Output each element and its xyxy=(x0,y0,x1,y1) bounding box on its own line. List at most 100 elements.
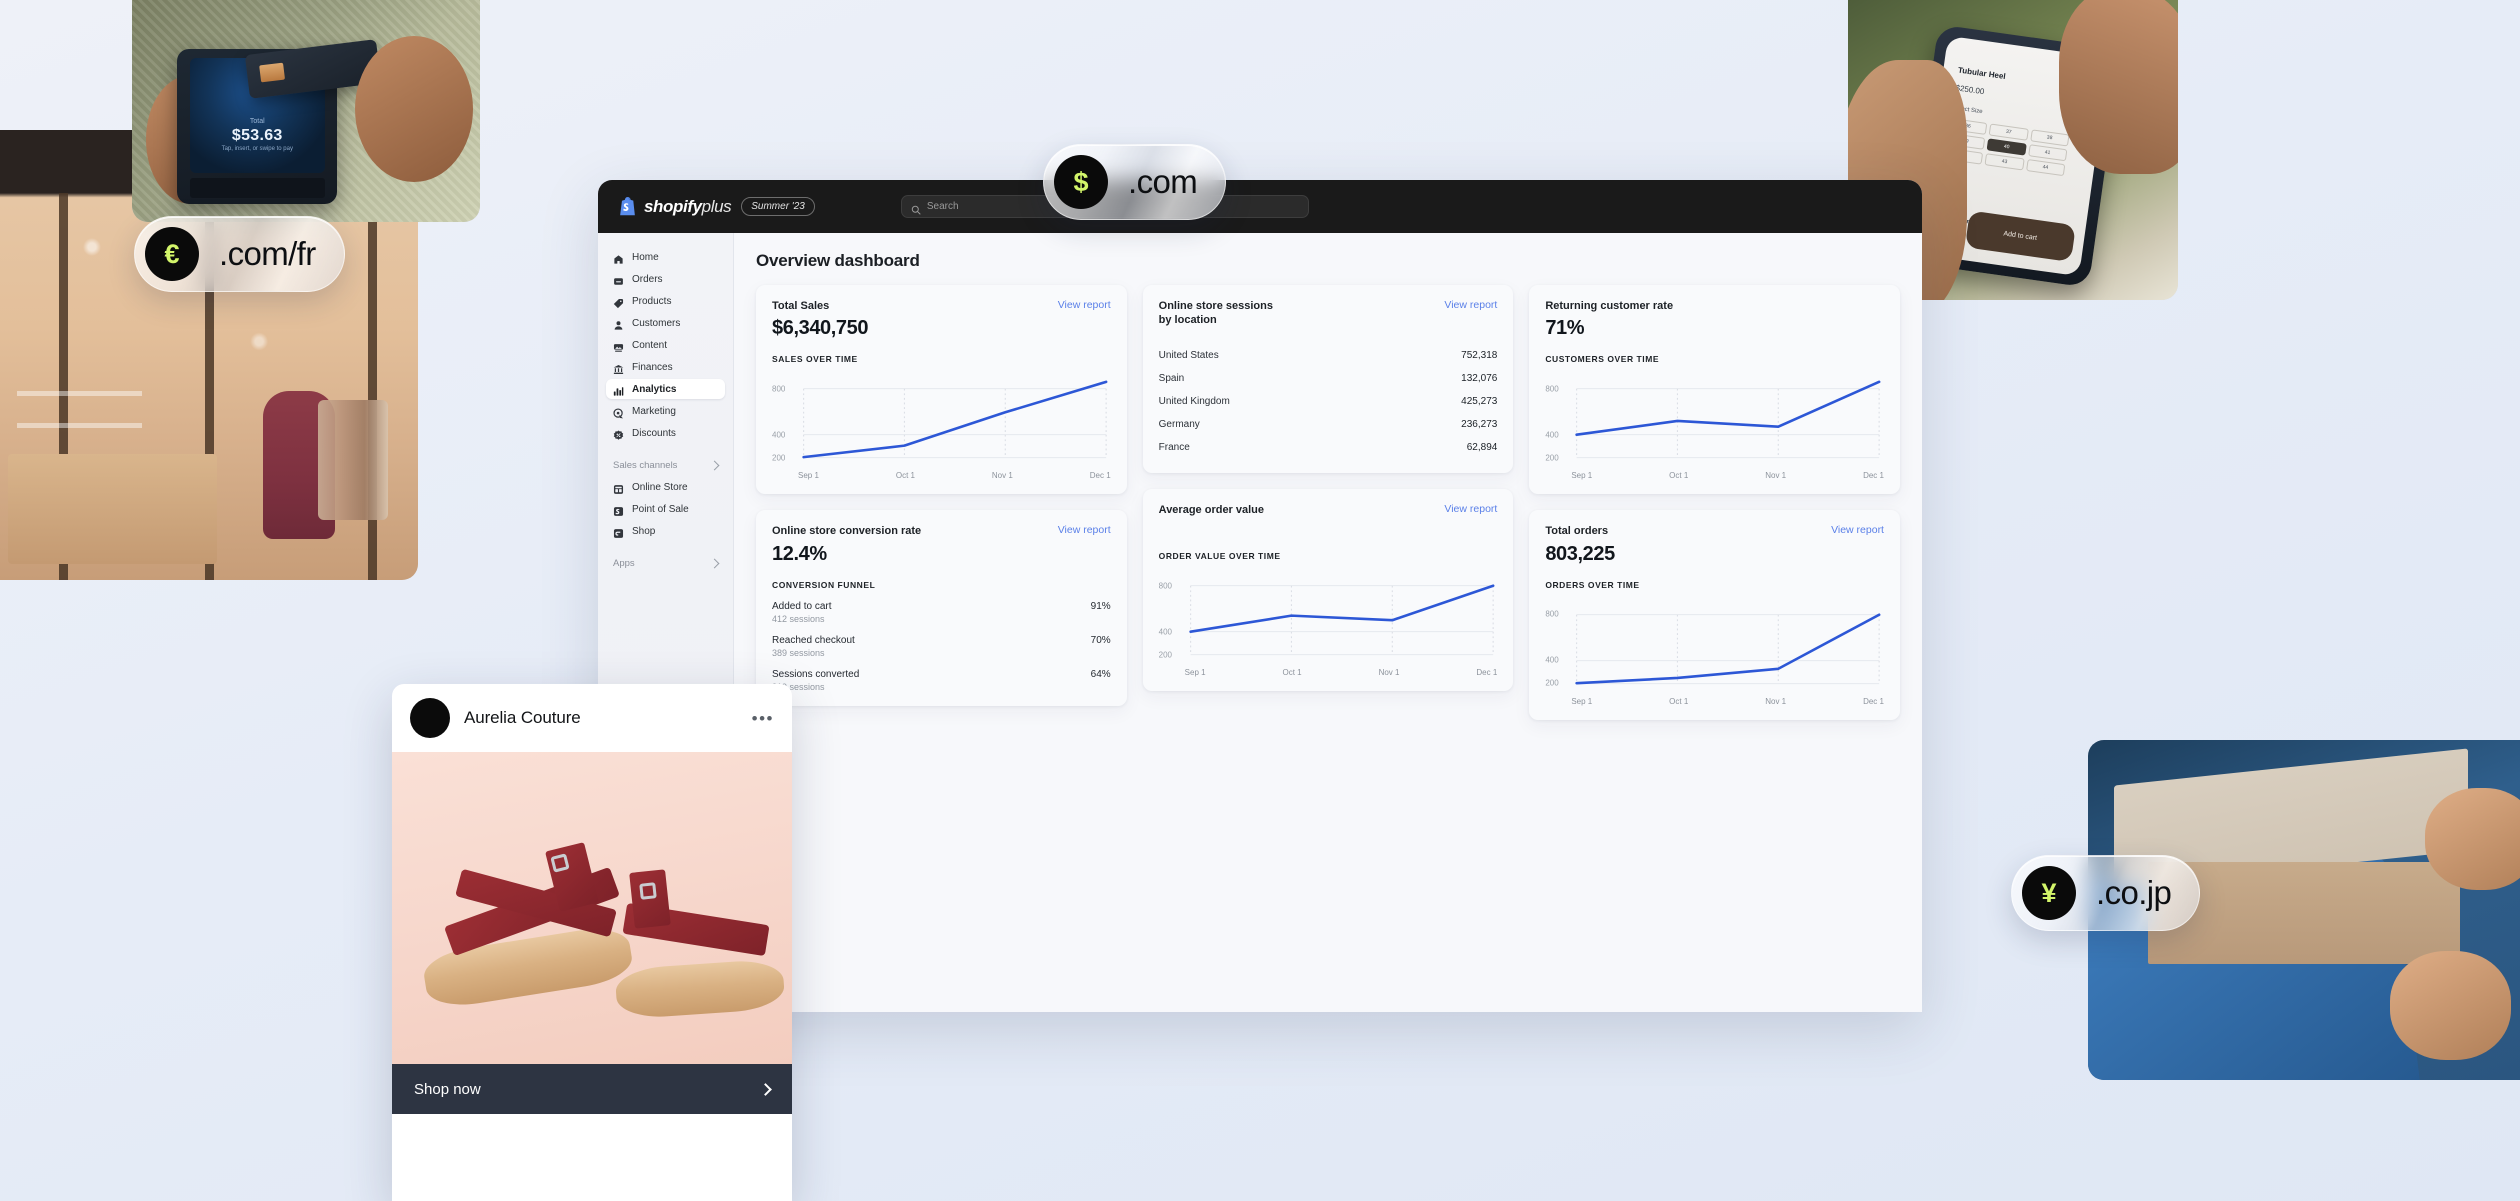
location-row: Spain 132,076 xyxy=(1159,367,1498,390)
location-row: France 62,894 xyxy=(1159,436,1498,459)
shopify-plus-logo[interactable]: shopifyplus xyxy=(618,196,732,217)
admin-topbar: shopifyplus Summer '23 Search xyxy=(598,180,1922,233)
pos-total-amount: $53.63 xyxy=(231,127,283,145)
location-value: 132,076 xyxy=(1461,372,1498,384)
marketing-target-icon xyxy=(613,406,624,418)
sidebar-item-label: Products xyxy=(632,295,672,307)
x-tick: Nov 1 xyxy=(991,471,1013,481)
sidebar-item-label: Discounts xyxy=(632,427,676,439)
location-name: Spain xyxy=(1158,372,1185,384)
sidebar-item-label: Home xyxy=(632,251,659,263)
view-report-link[interactable]: View report xyxy=(1831,524,1884,536)
shop-now-label: Shop now xyxy=(414,1080,481,1098)
sidebar-item-point-of-sale[interactable]: Point of Sale xyxy=(606,499,725,519)
currency-badge-yen: ¥ .co.jp xyxy=(2011,855,2201,931)
more-options-icon[interactable]: ••• xyxy=(752,710,774,727)
funnel-step-label: Sessions converted xyxy=(772,668,860,680)
sidebar-item-label: Point of Sale xyxy=(632,503,689,515)
x-tick: Oct 1 xyxy=(1282,667,1302,677)
funnel-step-pct: 91% xyxy=(1090,600,1111,612)
content-image-icon xyxy=(613,340,624,352)
phone-size-option: 41 xyxy=(2027,144,2067,162)
metric-value: $6,340,750 xyxy=(772,317,869,340)
card-title: Online store conversion rate xyxy=(772,525,922,538)
online-store-icon xyxy=(613,482,624,494)
sidebar-item-content[interactable]: Content xyxy=(606,335,725,355)
chart-x-axis: Sep 1 Oct 1 Nov 1 Dec 1 xyxy=(1159,668,1498,677)
view-report-link[interactable]: View report xyxy=(1444,299,1497,311)
phone-size-option: 43 xyxy=(1984,153,2024,171)
sidebar-item-finances[interactable]: Finances xyxy=(606,357,725,377)
funnel-step-pct: 70% xyxy=(1090,634,1111,646)
sidebar-item-products[interactable]: Products xyxy=(606,291,725,311)
view-report-link[interactable]: View report xyxy=(1058,524,1111,536)
location-name: France xyxy=(1158,441,1190,453)
pos-payment-hint: Tap, insert, or swipe to pay xyxy=(221,145,293,152)
phone-product-title: Tubular Heel xyxy=(1957,65,2006,82)
funnel-step-pct: 64% xyxy=(1090,668,1111,680)
shopify-bag-icon xyxy=(618,196,637,217)
view-report-link[interactable]: View report xyxy=(1444,503,1497,515)
products-tag-icon xyxy=(613,296,624,308)
funnel-step-label: Added to cart xyxy=(772,600,832,612)
home-icon xyxy=(613,252,624,264)
y-tick: 200 xyxy=(772,453,786,463)
shop-now-button[interactable]: Shop now xyxy=(392,1064,792,1114)
sidebar-group-label: Apps xyxy=(613,557,635,569)
location-name: United States xyxy=(1158,349,1219,361)
product-card-header: Aurelia Couture ••• xyxy=(392,684,792,752)
sidebar-item-orders[interactable]: Orders xyxy=(606,269,725,289)
sidebar-item-analytics[interactable]: Analytics xyxy=(606,379,725,399)
location-name: Germany xyxy=(1158,418,1200,430)
release-badge: Summer '23 xyxy=(741,197,815,216)
view-report-link[interactable]: View report xyxy=(1058,299,1111,311)
location-list: United States 752,318 Spain 132,076 Unit… xyxy=(1159,344,1498,459)
card-title: Returning customer rate xyxy=(1545,300,1674,312)
sidebar-item-discounts[interactable]: Discounts xyxy=(606,423,725,443)
sidebar-group-apps[interactable]: Apps xyxy=(606,555,725,571)
metric-value: 803,225 xyxy=(1545,542,1615,565)
euro-currency-icon: € xyxy=(145,227,199,281)
card-title: Total orders xyxy=(1545,525,1609,538)
sidebar-item-home[interactable]: Home xyxy=(606,247,725,267)
location-row: Germany 236,273 xyxy=(1159,413,1498,436)
phone-add-to-cart-button: Add to cart xyxy=(1964,210,2076,263)
sidebar-item-online-store[interactable]: Online Store xyxy=(606,477,725,497)
chevron-right-icon xyxy=(759,1082,772,1096)
chart-label: CUSTOMERS OVER TIME xyxy=(1545,354,1660,365)
y-tick: 800 xyxy=(772,384,786,394)
card-title: Total Sales xyxy=(772,300,830,312)
shopify-plus-wordmark: shopifyplus xyxy=(644,196,732,216)
chevron-right-icon xyxy=(709,460,720,470)
page-title: Overview dashboard xyxy=(756,251,920,270)
sidebar-group-sales-channels[interactable]: Sales channels xyxy=(606,457,725,473)
phone-size-option: 44 xyxy=(2025,159,2065,177)
sidebar-item-label: Customers xyxy=(632,317,681,329)
metric-value: 12.4% xyxy=(772,542,827,565)
y-tick: 200 xyxy=(1545,453,1559,463)
location-row: United States 752,318 xyxy=(1159,344,1498,367)
x-tick: Dec 1 xyxy=(1863,471,1884,481)
x-tick: Sep 1 xyxy=(1571,471,1593,481)
card-returning-customer-rate: Returning customer rate 71% CUSTOMERS OV… xyxy=(1529,285,1900,495)
point-of-sale-icon xyxy=(613,504,624,516)
sidebar-item-label: Marketing xyxy=(632,405,676,417)
shopify-admin-dashboard: shopifyplus Summer '23 Search Home Order… xyxy=(598,180,1922,1012)
y-tick: 200 xyxy=(1545,678,1559,688)
phone-size-option-selected: 40 xyxy=(1986,138,2026,156)
x-tick: Nov 1 xyxy=(1378,667,1400,677)
x-tick: Dec 1 xyxy=(1476,667,1498,677)
sidebar-item-label: Finances xyxy=(632,361,673,373)
metric-value: 71% xyxy=(1545,317,1585,340)
finances-bank-icon xyxy=(613,362,624,374)
sidebar-item-label: Analytics xyxy=(632,383,677,395)
x-tick: Sep 1 xyxy=(1571,696,1593,706)
chart-label: ORDERS OVER TIME xyxy=(1545,579,1640,590)
x-tick: Nov 1 xyxy=(1765,471,1787,481)
shop-icon xyxy=(613,526,624,538)
sidebar-item-customers[interactable]: Customers xyxy=(606,313,725,333)
sidebar-item-marketing[interactable]: Marketing xyxy=(606,401,725,421)
chevron-right-icon xyxy=(709,558,720,568)
sidebar-item-shop[interactable]: Shop xyxy=(606,521,725,541)
chart-x-axis: Sep 1 Oct 1 Nov 1 Dec 1 xyxy=(1545,697,1884,706)
